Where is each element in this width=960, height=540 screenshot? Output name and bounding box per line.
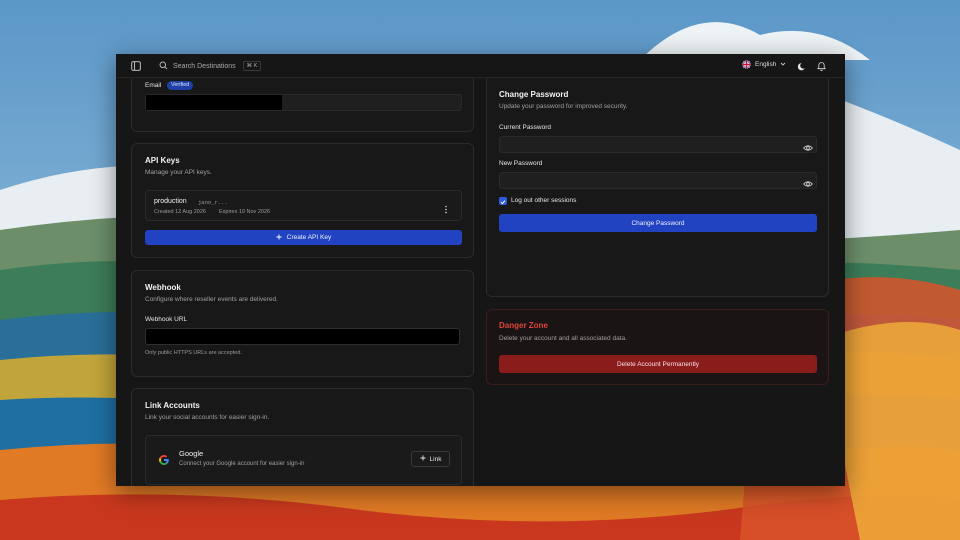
search-icon	[159, 57, 168, 75]
google-provider-description: Connect your Google account for easier s…	[179, 461, 305, 467]
change-password-title: Change Password	[499, 90, 569, 99]
bell-icon[interactable]	[815, 60, 827, 72]
current-password-label: Current Password	[499, 124, 552, 131]
logout-sessions-label: Log out other sessions	[511, 197, 577, 204]
webhook-title: Webhook	[145, 283, 181, 292]
language-label: English	[755, 61, 777, 68]
search-shortcut: ⌘ K	[242, 61, 262, 71]
create-api-key-label: Create API Key	[286, 234, 332, 241]
redacted-email	[146, 95, 282, 110]
change-password-description: Update your password for improved securi…	[499, 103, 628, 110]
check-icon	[500, 192, 506, 210]
settings-content: Email Verified API Keys Manage your API …	[116, 78, 845, 486]
search-bar[interactable]: Search Destinations ⌘ K	[159, 57, 262, 75]
create-api-key-button[interactable]: Create API Key	[145, 230, 462, 245]
search-placeholder: Search Destinations	[173, 62, 236, 70]
more-options-icon[interactable]	[444, 201, 450, 214]
google-provider-row: Google Connect your Google account for e…	[145, 435, 462, 485]
language-selector[interactable]: English	[742, 60, 786, 69]
logout-sessions-checkbox[interactable]	[499, 197, 507, 205]
new-password-label: New Password	[499, 160, 543, 167]
api-key-row: production jano_r... Created 12 Aug 2026…	[145, 190, 462, 221]
api-key-created: Created 12 Aug 2026	[154, 209, 206, 215]
new-password-field[interactable]	[499, 172, 817, 189]
google-icon	[158, 453, 170, 471]
danger-zone-description: Delete your account and all associated d…	[499, 335, 627, 342]
email-field[interactable]	[145, 94, 462, 111]
change-password-button[interactable]: Change Password	[499, 214, 817, 232]
webhook-url-field[interactable]	[145, 328, 460, 345]
current-password-field[interactable]	[499, 136, 817, 153]
chevron-down-icon	[780, 61, 786, 69]
api-key-name: production	[154, 198, 187, 205]
link-accounts-card: Link Accounts Link your social accounts …	[131, 388, 474, 486]
top-bar: Search Destinations ⌘ K English	[116, 54, 845, 78]
danger-zone-card: Danger Zone Delete your account and all …	[486, 309, 829, 385]
link-button-label: Link	[429, 455, 442, 463]
google-provider-name: Google	[179, 449, 204, 458]
link-accounts-description: Link your social accounts for easier sig…	[145, 414, 270, 421]
uk-flag-icon	[742, 60, 751, 69]
api-keys-description: Manage your API keys.	[145, 169, 212, 176]
moon-icon[interactable]	[796, 60, 808, 72]
plus-icon	[420, 455, 426, 463]
webhook-description: Configure where reseller events are deli…	[145, 296, 278, 303]
app-window: Search Destinations ⌘ K English Email Ve…	[116, 54, 845, 486]
sidebar-toggle-icon[interactable]	[130, 60, 142, 72]
link-accounts-title: Link Accounts	[145, 401, 200, 410]
eye-icon[interactable]	[803, 176, 813, 187]
api-key-prefix: jano_r...	[198, 198, 228, 206]
webhook-url-label: Webhook URL	[145, 316, 188, 323]
change-password-card: Change Password Update your password for…	[486, 78, 829, 297]
email-card: Email Verified	[131, 78, 474, 132]
api-keys-title: API Keys	[145, 156, 180, 165]
danger-zone-title: Danger Zone	[499, 321, 548, 330]
delete-account-button[interactable]: Delete Account Permanently	[499, 355, 817, 373]
plus-icon	[276, 234, 282, 242]
email-label: Email	[145, 82, 162, 89]
webhook-hint: Only public HTTPS URLs are accepted.	[145, 350, 242, 356]
webhook-card: Webhook Configure where reseller events …	[131, 270, 474, 377]
link-google-button[interactable]: Link	[411, 451, 450, 467]
eye-icon[interactable]	[803, 140, 813, 151]
api-key-expires: Expires 10 Nov 2026	[219, 209, 271, 215]
api-keys-card: API Keys Manage your API keys. productio…	[131, 143, 474, 258]
verified-badge: Verified	[167, 81, 194, 90]
